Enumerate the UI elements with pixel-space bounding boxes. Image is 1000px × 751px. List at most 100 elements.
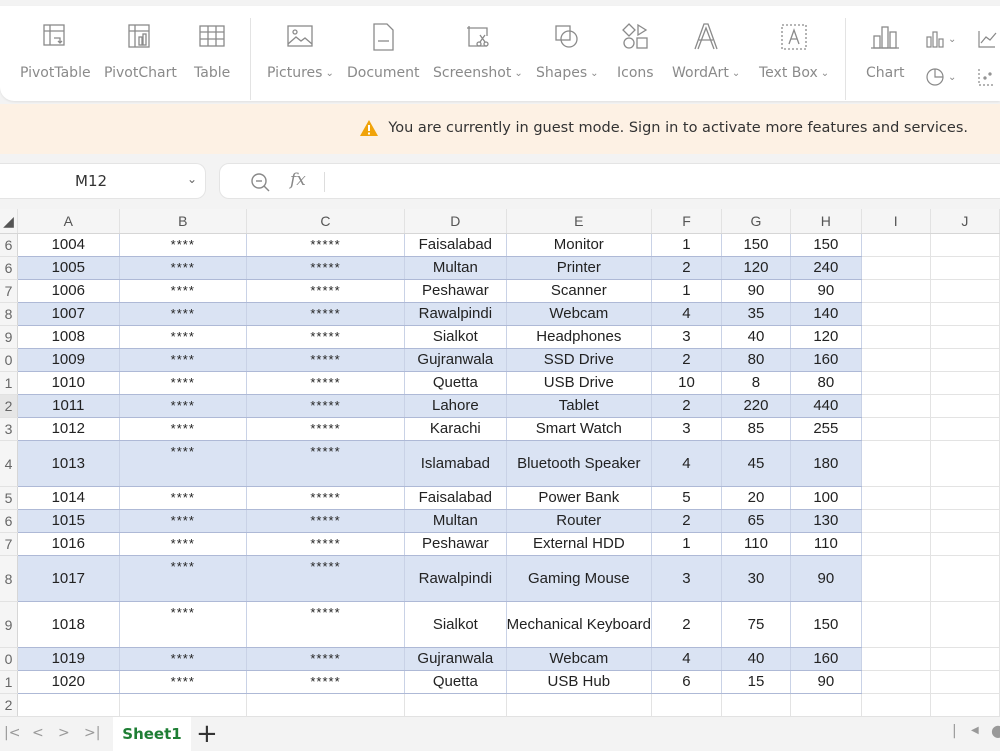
cell-j[interactable] <box>930 555 1000 602</box>
cell-e[interactable]: Webcam <box>506 302 652 326</box>
cell-b[interactable]: **** <box>119 325 247 349</box>
column-header-b[interactable]: B <box>119 209 247 234</box>
cell-d[interactable]: Multan <box>404 509 507 533</box>
cell-b[interactable]: **** <box>119 394 247 418</box>
cell-h[interactable]: 440 <box>790 394 862 418</box>
cell-h[interactable]: 80 <box>790 371 862 395</box>
column-header-c[interactable]: C <box>246 209 406 234</box>
formula-input[interactable]: fx <box>219 163 1000 199</box>
cell-e[interactable]: Monitor <box>506 233 652 257</box>
cell-e[interactable]: Power Bank <box>506 486 652 510</box>
cell-a[interactable]: 1009 <box>17 348 120 372</box>
cell-g[interactable]: 80 <box>721 348 791 372</box>
cell-c[interactable]: ***** <box>246 417 406 441</box>
cell-b[interactable]: **** <box>119 670 247 694</box>
cell-a[interactable]: 1010 <box>17 371 120 395</box>
cell-b[interactable]: **** <box>119 256 247 280</box>
cell-j[interactable] <box>930 348 1000 372</box>
prev-sheet-button[interactable]: < <box>32 725 44 741</box>
name-box[interactable]: M12 ⌄ <box>0 163 206 199</box>
row-header[interactable]: 6 <box>0 509 18 533</box>
cell-f[interactable]: 3 <box>651 325 723 349</box>
cell-h[interactable]: 180 <box>790 440 862 487</box>
cell-c[interactable]: ***** <box>246 325 406 349</box>
cell-e[interactable] <box>506 693 652 716</box>
cell-j[interactable] <box>930 233 1000 257</box>
cell-i[interactable] <box>861 693 931 716</box>
cell-j[interactable] <box>930 325 1000 349</box>
icons-button[interactable]: Icons <box>617 20 654 81</box>
cell-e[interactable]: Gaming Mouse <box>506 555 652 602</box>
cell-i[interactable] <box>861 371 931 395</box>
cell-j[interactable] <box>930 279 1000 303</box>
cell-i[interactable] <box>861 670 931 694</box>
cell-f[interactable]: 3 <box>651 555 723 602</box>
cell-b[interactable]: **** <box>119 440 247 487</box>
cell-b[interactable]: **** <box>119 371 247 395</box>
cell-e[interactable]: Tablet <box>506 394 652 418</box>
cell-g[interactable] <box>721 693 791 716</box>
zoom-formula-icon[interactable] <box>250 172 272 194</box>
screenshot-button[interactable]: Screenshot ⌄ <box>433 20 523 81</box>
column-header-f[interactable]: F <box>651 209 723 234</box>
next-sheet-button[interactable]: > <box>58 725 70 741</box>
insert-function-button[interactable]: fx <box>290 170 306 190</box>
cell-f[interactable]: 4 <box>651 440 723 487</box>
cell-b[interactable]: **** <box>119 555 247 602</box>
cell-d[interactable]: Karachi <box>404 417 507 441</box>
last-sheet-button[interactable]: >| <box>84 725 100 741</box>
cell-g[interactable]: 40 <box>721 325 791 349</box>
cell-d[interactable]: Multan <box>404 256 507 280</box>
cell-i[interactable] <box>861 417 931 441</box>
cell-a[interactable]: 1007 <box>17 302 120 326</box>
cell-i[interactable] <box>861 325 931 349</box>
cell-g[interactable]: 15 <box>721 670 791 694</box>
chart-button[interactable]: Chart <box>866 20 904 81</box>
column-header-e[interactable]: E <box>506 209 652 234</box>
cell-d[interactable]: Gujranwala <box>404 348 507 372</box>
row-header[interactable]: 0 <box>0 348 18 372</box>
pictures-button[interactable]: Pictures ⌄ <box>267 20 334 81</box>
cell-a[interactable]: 1013 <box>17 440 120 487</box>
cell-a[interactable]: 1015 <box>17 509 120 533</box>
row-header[interactable]: 7 <box>0 532 18 556</box>
cell-e[interactable]: Webcam <box>506 647 652 671</box>
cell-g[interactable]: 220 <box>721 394 791 418</box>
cell-a[interactable]: 1012 <box>17 417 120 441</box>
row-header[interactable]: 4 <box>0 440 18 487</box>
shapes-button[interactable]: Shapes ⌄ <box>536 20 599 81</box>
cell-f[interactable]: 2 <box>651 348 723 372</box>
cell-b[interactable]: **** <box>119 302 247 326</box>
textbox-button[interactable]: Text Box ⌄ <box>759 20 829 81</box>
cell-f[interactable]: 4 <box>651 302 723 326</box>
cell-g[interactable]: 65 <box>721 509 791 533</box>
cell-h[interactable]: 100 <box>790 486 862 510</box>
cell-j[interactable] <box>930 486 1000 510</box>
cell-g[interactable]: 45 <box>721 440 791 487</box>
cell-i[interactable] <box>861 302 931 326</box>
sheet-tab-sheet1[interactable]: Sheet1 <box>113 717 191 751</box>
row-header[interactable]: 9 <box>0 601 18 648</box>
cell-h[interactable]: 150 <box>790 233 862 257</box>
cell-j[interactable] <box>930 302 1000 326</box>
cell-g[interactable]: 150 <box>721 233 791 257</box>
row-header[interactable]: 8 <box>0 302 18 326</box>
cell-a[interactable]: 1008 <box>17 325 120 349</box>
chevron-down-icon[interactable]: ⌄ <box>187 172 197 186</box>
cell-h[interactable] <box>790 693 862 716</box>
spreadsheet-grid[interactable]: ◢ ABCDEFGHIJ 6 1004 **** ***** Faisalabad Mon… <box>0 209 1000 716</box>
row-header[interactable]: 3 <box>0 417 18 441</box>
cell-c[interactable]: ***** <box>246 256 406 280</box>
cell-j[interactable] <box>930 532 1000 556</box>
cell-b[interactable]: **** <box>119 647 247 671</box>
cell-f[interactable]: 4 <box>651 647 723 671</box>
cell-f[interactable]: 1 <box>651 532 723 556</box>
scroll-thumb[interactable]: ● <box>991 721 1000 740</box>
cell-c[interactable]: ***** <box>246 486 406 510</box>
column-chart-dropdown[interactable]: ⌄ <box>924 28 956 50</box>
cell-a[interactable]: 1005 <box>17 256 120 280</box>
cell-d[interactable]: Rawalpindi <box>404 555 507 602</box>
column-header-h[interactable]: H <box>790 209 862 234</box>
cell-b[interactable]: **** <box>119 509 247 533</box>
cell-a[interactable] <box>17 693 120 716</box>
